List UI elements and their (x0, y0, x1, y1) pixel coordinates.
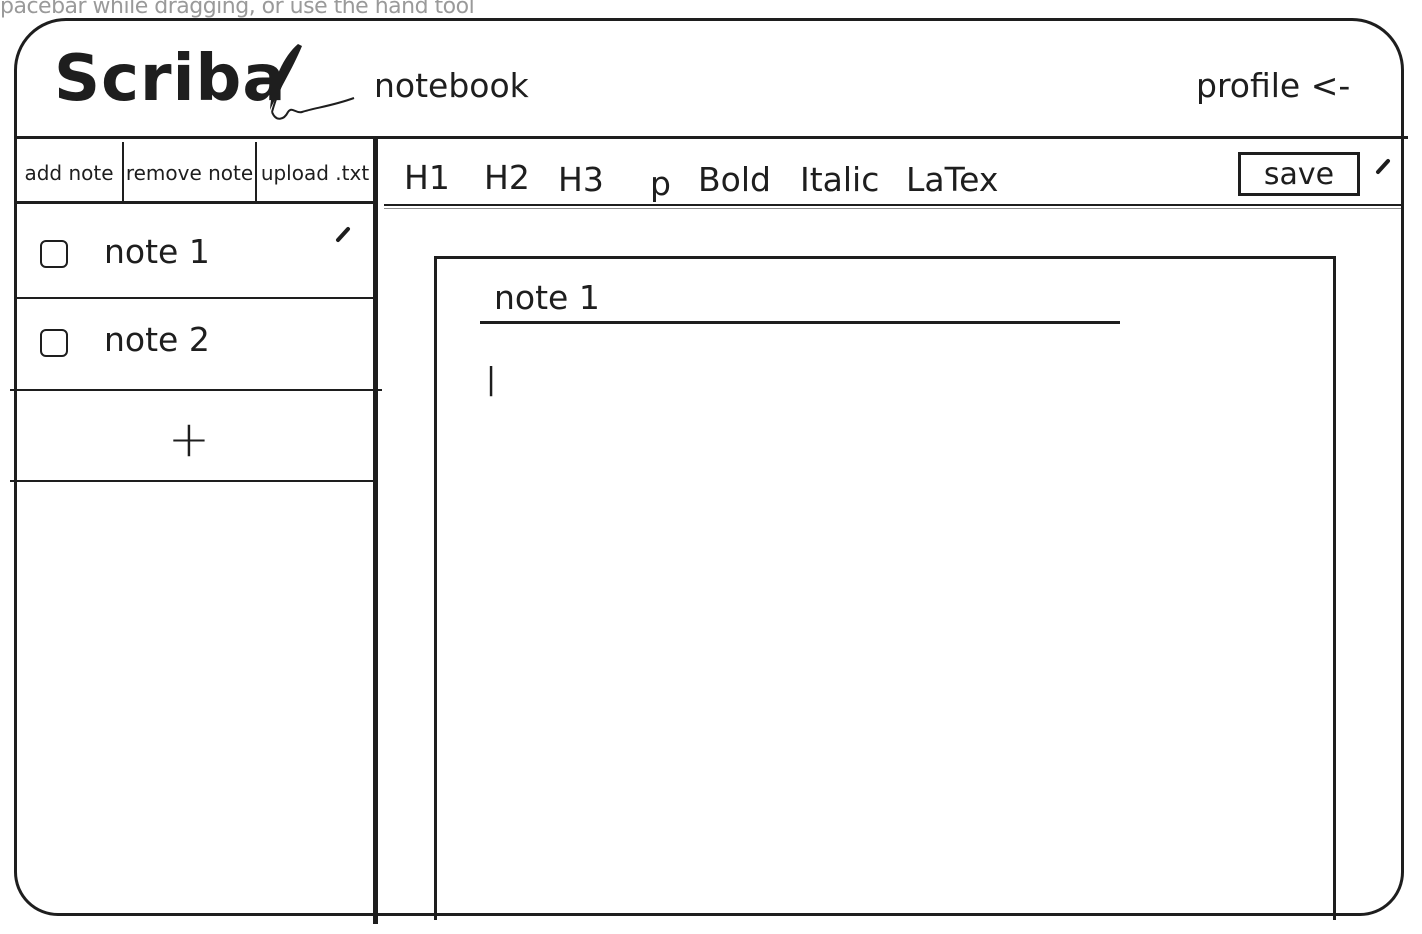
upload-txt-button[interactable]: upload .txt (257, 142, 373, 204)
editor-toolbar-divider (384, 208, 1404, 209)
remove-note-button[interactable]: remove note (124, 142, 255, 204)
pencil-icon[interactable] (1374, 156, 1394, 176)
pencil-icon[interactable] (334, 224, 354, 244)
note-row-divider (10, 389, 382, 391)
format-h2-button[interactable]: H2 (484, 158, 530, 197)
note-list-item[interactable]: note 2 (16, 298, 374, 386)
format-paragraph-button[interactable]: p (650, 164, 671, 203)
note-row-divider (10, 480, 374, 482)
format-latex-button[interactable]: LaTex (906, 160, 998, 199)
quill-icon (270, 44, 355, 120)
add-note-button[interactable]: add note (16, 142, 122, 204)
format-bold-button[interactable]: Bold (698, 160, 771, 199)
plus-icon: + (168, 410, 210, 468)
add-note-row[interactable]: + (16, 392, 374, 480)
save-button[interactable]: save (1238, 152, 1360, 196)
note-title-input[interactable]: note 1 (494, 278, 600, 317)
profile-link[interactable]: profile <- (1196, 66, 1350, 105)
app-brand: Scriba (54, 42, 287, 116)
title-underline (480, 321, 1120, 324)
header-divider (14, 136, 1408, 139)
editor-toolbar-divider (384, 204, 1404, 206)
note-list-item[interactable]: note 1 (16, 206, 374, 294)
format-italic-button[interactable]: Italic (800, 160, 879, 199)
app-subtitle: notebook (374, 66, 529, 105)
format-h3-button[interactable]: H3 (558, 160, 604, 199)
canvas-hint-text: pacebar while dragging, or use the hand … (0, 0, 475, 19)
text-cursor[interactable]: | (486, 362, 496, 397)
note-checkbox[interactable] (40, 240, 68, 268)
editor-page[interactable] (434, 256, 1336, 920)
format-h1-button[interactable]: H1 (404, 158, 450, 197)
note-list-label: note 1 (104, 232, 210, 271)
note-list-label: note 2 (104, 320, 210, 359)
sidebar-toolbar-divider (14, 201, 376, 204)
note-checkbox[interactable] (40, 329, 68, 357)
